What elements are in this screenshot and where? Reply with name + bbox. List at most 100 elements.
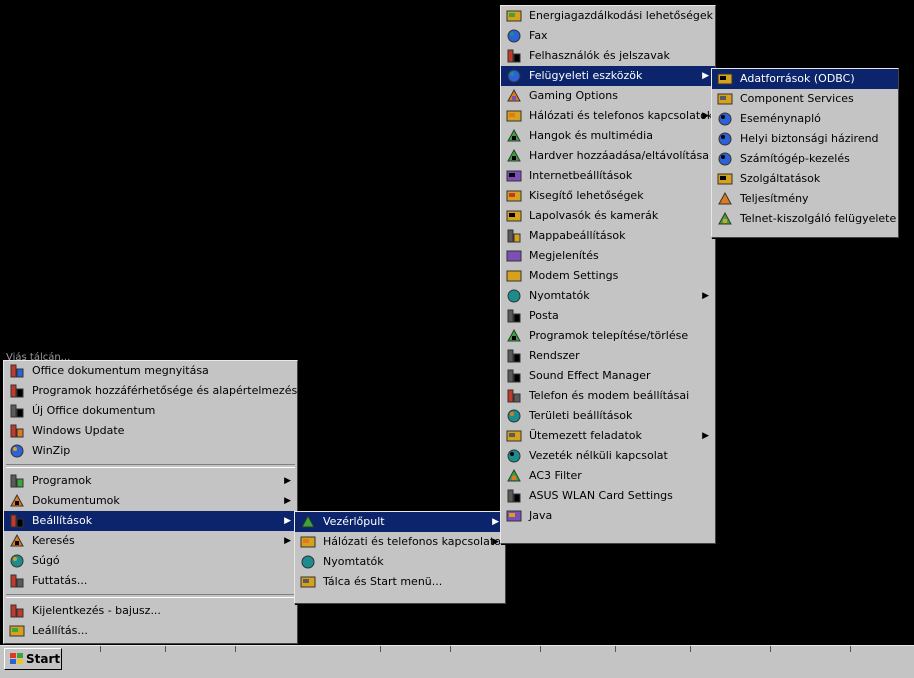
control-panel-item[interactable]: Hangok és multimédia xyxy=(501,126,715,146)
admin-tools-item[interactable]: Adatforrások (ODBC) xyxy=(712,69,898,89)
submenu-arrow-icon: ▶ xyxy=(702,291,709,301)
start-menu-top-item[interactable]: WinZip xyxy=(4,441,297,461)
start-menu-item[interactable]: Programok ▶ xyxy=(4,471,297,491)
control-panel-item-label: Ütemezett feladatok xyxy=(529,429,642,442)
windows-logo-icon xyxy=(9,651,25,667)
modem-settings-icon xyxy=(506,268,522,284)
admin-tools-item[interactable]: Telnet-kiszolgáló felügyelete xyxy=(712,209,898,229)
start-menu-top-item[interactable]: Programok hozzáférhetősége és alapértelm… xyxy=(4,381,307,401)
control-panel-item-label: Mappabeállítások xyxy=(529,229,626,242)
start-menu-top-item-label: Windows Update xyxy=(32,424,125,437)
scanners-cameras-icon xyxy=(506,208,522,224)
start-menu-bottom-item[interactable]: Leállítás... xyxy=(4,621,297,641)
control-panel-item-label: Posta xyxy=(529,309,559,322)
control-panel-item[interactable]: Területi beállítások xyxy=(501,406,715,426)
start-menu-top-item[interactable]: Office dokumentum megnyitása xyxy=(4,361,297,381)
submenu-arrow-icon: ▶ xyxy=(284,516,291,526)
start-label: Start xyxy=(26,652,61,666)
control-panel-item-label: Gaming Options xyxy=(529,89,618,102)
odbc-icon xyxy=(717,71,733,87)
control-panel-item[interactable]: Felügyeleti eszközök ▶ xyxy=(501,66,715,86)
system-icon xyxy=(506,348,522,364)
submenu-arrow-icon: ▶ xyxy=(492,517,499,527)
control-panel-item[interactable]: Java xyxy=(501,506,715,526)
control-panel-item[interactable]: Gaming Options xyxy=(501,86,715,106)
control-panel-item-label: Modem Settings xyxy=(529,269,619,282)
control-panel-item[interactable]: Kisegítő lehetőségek xyxy=(501,186,715,206)
admin-tools-item[interactable]: Számítógép-kezelés xyxy=(712,149,898,169)
local-security-policy-icon xyxy=(717,131,733,147)
admin-tools-icon xyxy=(506,68,522,84)
performance-icon xyxy=(717,191,733,207)
printers-icon xyxy=(300,554,316,570)
settings-menu-item[interactable]: Vezérlőpult ▶ xyxy=(295,512,505,532)
control-panel-item[interactable]: Modem Settings xyxy=(501,266,715,286)
menu-separator xyxy=(6,464,295,468)
office-open-icon xyxy=(9,363,25,379)
control-panel-item[interactable]: Hardver hozzáadása/eltávolítása xyxy=(501,146,715,166)
admin-tools-item[interactable]: Teljesítmény xyxy=(712,189,898,209)
regional-settings-icon xyxy=(506,408,522,424)
control-panel-item[interactable]: Ütemezett feladatok ▶ xyxy=(501,426,715,446)
settings-menu-item[interactable]: Tálca és Start menü... xyxy=(295,572,505,592)
control-panel-item-label: ASUS WLAN Card Settings xyxy=(529,489,673,502)
taskbar-tick xyxy=(380,646,381,652)
admin-tools-item[interactable]: Component Services xyxy=(712,89,898,109)
taskbar-tick xyxy=(540,646,541,652)
control-panel-item[interactable]: Hálózati és telefonos kapcsolatok ▶ xyxy=(501,106,715,126)
taskbar-tick xyxy=(165,646,166,652)
taskbar: Start xyxy=(0,645,914,678)
control-panel-item[interactable]: Posta xyxy=(501,306,715,326)
control-panel-item[interactable]: Programok telepítése/törlése xyxy=(501,326,715,346)
control-panel-item-label: Sound Effect Manager xyxy=(529,369,651,382)
start-menu-item[interactable]: Beállítások ▶ xyxy=(4,511,297,531)
control-panel-item[interactable]: Fax xyxy=(501,26,715,46)
scheduled-tasks-icon xyxy=(506,428,522,444)
start-menu-top-item[interactable]: Windows Update xyxy=(4,421,297,441)
control-panel-item-label: Vezeték nélküli kapcsolat xyxy=(529,449,668,462)
start-menu-bottom-item-label: Kijelentkezés - bajusz... xyxy=(32,604,161,617)
control-panel-item[interactable]: Telefon és modem beállításai xyxy=(501,386,715,406)
control-panel-item-label: Telefon és modem beállításai xyxy=(529,389,690,402)
start-menu-bottom-item[interactable]: Kijelentkezés - bajusz... xyxy=(4,601,297,621)
control-panel-item[interactable]: Nyomtatók ▶ xyxy=(501,286,715,306)
taskbar-tick xyxy=(100,646,101,652)
control-panel-item[interactable]: Energiagazdálkodási lehetőségek xyxy=(501,6,715,26)
admin-tools-item[interactable]: Helyi biztonsági házirend xyxy=(712,129,898,149)
start-menu-item[interactable]: Súgó xyxy=(4,551,297,571)
start-menu-item[interactable]: Futtatás... xyxy=(4,571,297,591)
admin-tools-submenu: Adatforrások (ODBC) Component Services Ese… xyxy=(711,68,899,238)
submenu-arrow-icon: ▶ xyxy=(492,537,499,547)
programs-icon xyxy=(9,473,25,489)
control-panel-item-label: Rendszer xyxy=(529,349,580,362)
start-menu-item-label: Beállítások xyxy=(32,514,93,527)
control-panel-item[interactable]: Sound Effect Manager xyxy=(501,366,715,386)
control-panel-item[interactable]: Vezeték nélküli kapcsolat xyxy=(501,446,715,466)
control-panel-item-label: Energiagazdálkodási lehetőségek xyxy=(529,9,714,22)
control-panel-item-label: Hardver hozzáadása/eltávolítása xyxy=(529,149,710,162)
settings-menu-item[interactable]: Hálózati és telefonos kapcsolatok ▶ xyxy=(295,532,507,552)
telnet-admin-icon xyxy=(717,211,733,227)
control-panel-item[interactable]: ASUS WLAN Card Settings xyxy=(501,486,715,506)
control-panel-item[interactable]: Internetbeállítások xyxy=(501,166,715,186)
control-panel-item-label: Megjelenítés xyxy=(529,249,599,262)
control-panel-item-label: Felhasználók és jelszavak xyxy=(529,49,670,62)
control-panel-item[interactable]: Lapolvasók és kamerák xyxy=(501,206,715,226)
start-menu-top-item[interactable]: Új Office dokumentum xyxy=(4,401,297,421)
printers-icon xyxy=(506,288,522,304)
admin-tools-item[interactable]: Eseménynapló xyxy=(712,109,898,129)
shutdown-icon xyxy=(9,623,25,639)
settings-menu-item[interactable]: Nyomtatók xyxy=(295,552,505,572)
taskbar-tick xyxy=(615,646,616,652)
control-panel-item[interactable]: Megjelenítés xyxy=(501,246,715,266)
start-menu-item[interactable]: Keresés ▶ xyxy=(4,531,297,551)
admin-tools-item[interactable]: Szolgáltatások xyxy=(712,169,898,189)
control-panel-item[interactable]: Rendszer xyxy=(501,346,715,366)
control-panel-item[interactable]: Felhasználók és jelszavak xyxy=(501,46,715,66)
control-panel-item[interactable]: Mappabeállítások xyxy=(501,226,715,246)
start-menu-item[interactable]: Dokumentumok ▶ xyxy=(4,491,297,511)
services-icon xyxy=(717,171,733,187)
start-button[interactable]: Start xyxy=(4,648,62,670)
control-panel-item-label: Lapolvasók és kamerák xyxy=(529,209,659,222)
control-panel-item[interactable]: AC3 Filter xyxy=(501,466,715,486)
